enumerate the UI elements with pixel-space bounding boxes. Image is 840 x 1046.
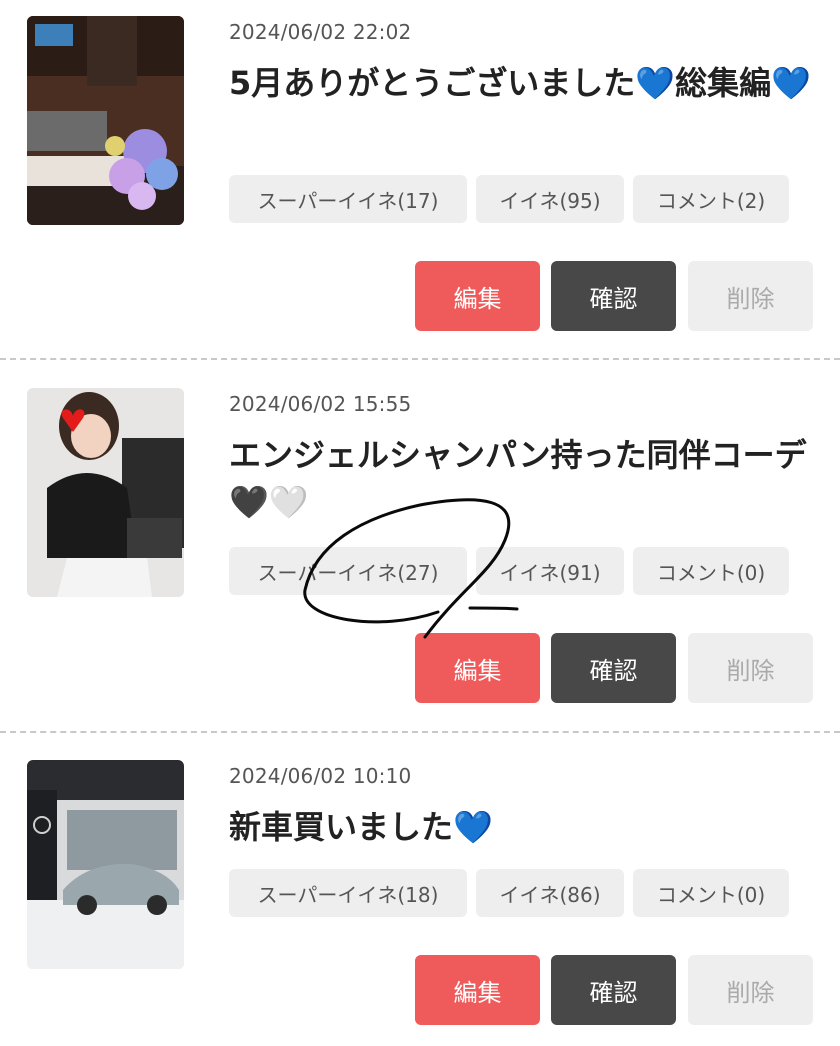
check-button[interactable]: 確認 xyxy=(551,955,676,1025)
post-datetime: 2024/06/02 10:10 xyxy=(229,764,412,788)
like-count[interactable]: イイネ(86) xyxy=(476,869,624,917)
comment-count[interactable]: コメント(0) xyxy=(633,869,789,917)
post-item: 2024/06/02 10:10 新車買いました💙 スーパーイイネ(18) イイ… xyxy=(0,0,840,1046)
post-thumbnail[interactable] xyxy=(27,760,184,969)
edit-button[interactable]: 編集 xyxy=(415,955,540,1025)
thumbnail-image xyxy=(27,760,184,969)
delete-button[interactable]: 削除 xyxy=(688,955,813,1025)
post-title[interactable]: 新車買いました💙 xyxy=(229,804,819,851)
super-like-count[interactable]: スーパーイイネ(18) xyxy=(229,869,467,917)
